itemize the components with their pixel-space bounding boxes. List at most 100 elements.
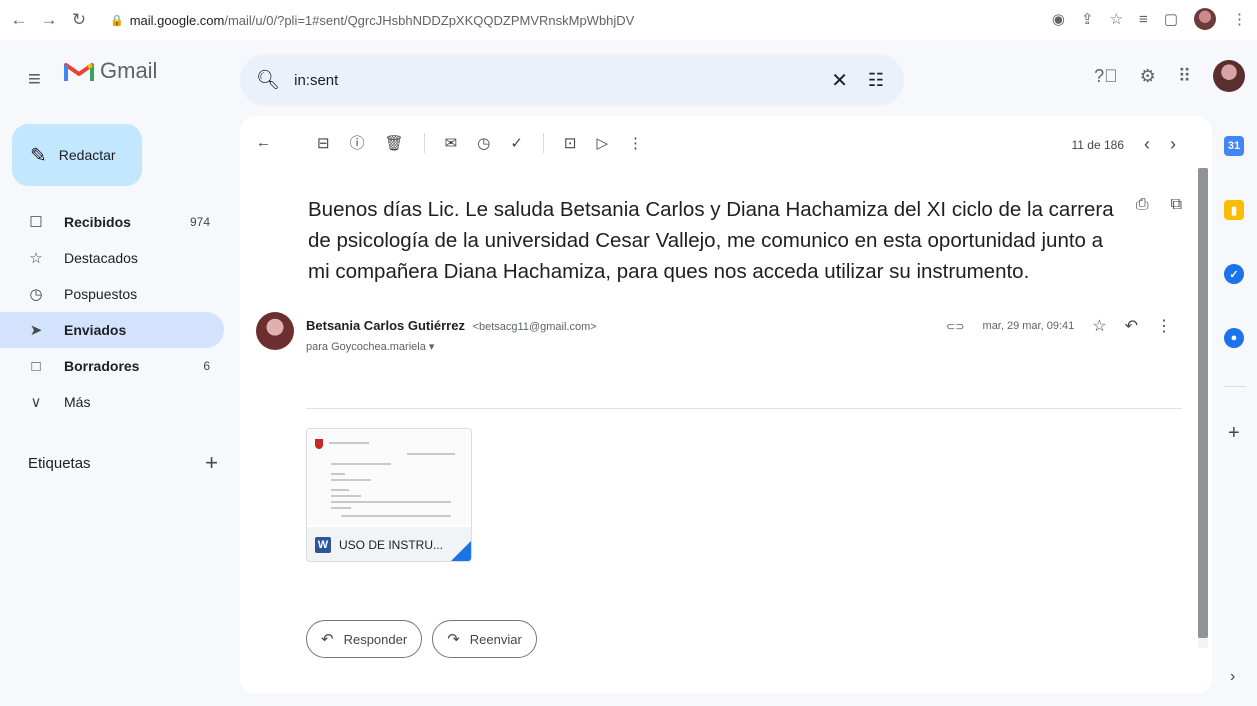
attachment-clip-icon: ⊂⊃ [946,320,965,333]
clear-search-icon[interactable]: ✕ [831,68,848,93]
sender-name[interactable]: Betsania Carlos Gutiérrez [306,318,465,333]
mark-unread-icon[interactable]: ✉ [445,134,458,152]
reload-icon[interactable]: ↻ [68,9,90,31]
search-icon[interactable]: 🔍︎ [256,68,280,92]
newer-chevron-icon[interactable]: ‹ [1144,134,1150,155]
sidebar-item-starred[interactable]: ☆ Destacados [0,240,224,276]
back-to-list-icon[interactable]: ← [256,134,271,151]
sidebar-item-label: Recibidos [64,214,131,230]
attachment-preview [307,429,471,525]
reply-icon[interactable]: ↶ [1125,316,1138,336]
sidebar-item-more[interactable]: ∨ Más [0,384,224,420]
label-icon[interactable]: ▷ [596,134,608,152]
open-new-window-icon[interactable]: ⧉ [1171,196,1182,214]
pager-text: 11 de 186 [1071,137,1125,152]
pencil-icon: ✎ [30,144,47,167]
calendar-icon[interactable]: 31 [1224,136,1244,156]
snooze-icon[interactable]: ◷ [477,134,490,152]
forward-button[interactable]: ↷ Reenviar [432,620,537,658]
split-view-icon[interactable]: ▢ [1164,10,1178,28]
sender-info: Betsania Carlos Gutiérrez <betsacg11@gma… [306,318,597,333]
attachment-footer: W USO DE INSTRU... [307,527,471,561]
send-icon: ➤ [29,322,43,339]
help-icon[interactable]: ?⃝ [1094,66,1118,87]
labels-heading: Etiquetas [28,454,91,472]
archive-icon[interactable]: ⊟ [317,134,330,152]
scrollbar-thumb[interactable] [1198,168,1208,638]
forward-icon[interactable]: → [38,9,60,31]
toolbar-divider [423,132,425,153]
recipient-line[interactable]: para Goycochea.mariela ▾ [306,340,434,353]
compose-button[interactable]: ✎ Redactar [12,124,142,186]
bookmark-star-icon[interactable]: ☆ [1110,10,1123,28]
menu-icon[interactable]: ⋮ [1232,10,1247,28]
reply-button[interactable]: ↶ Responder [306,620,423,658]
preview-line [331,473,345,475]
preview-line [331,507,351,509]
university-logo-icon [315,439,323,449]
share-icon[interactable]: ⇪ [1081,10,1094,28]
preview-line [331,495,361,497]
preview-line [331,479,371,481]
gmail-logo[interactable]: Gmail [64,58,157,84]
show-side-panel-icon[interactable]: › [1230,668,1235,686]
side-panel-divider [1224,386,1246,387]
sidebar-nav: ☐ Recibidos 974 ☆ Destacados ◷ Pospuesto… [0,204,224,420]
sidebar-item-drafts[interactable]: □ Borradores 6 [0,348,224,384]
word-doc-icon: W [315,537,331,553]
draft-count: 6 [203,359,210,373]
address-bar[interactable]: 🔒 mail.google.com /mail/u/0/?pli=1#sent/… [110,6,1005,34]
pagination: 11 de 186 ‹ › [1072,134,1177,155]
older-chevron-icon[interactable]: › [1170,134,1176,155]
reply-label: Responder [343,631,408,647]
preview-line [407,453,455,455]
keep-icon[interactable]: ▮ [1224,200,1244,220]
message-date: mar, 29 mar, 09:41 [982,320,1075,332]
expand-more-icon: ∨ [30,394,42,411]
sidebar-item-sent[interactable]: ➤ Enviados [0,312,224,348]
unread-count: 974 [189,215,210,229]
reading-list-icon[interactable]: ≡ [1139,11,1148,28]
delete-icon[interactable]: 🗑︎ [385,134,404,152]
search-input[interactable]: in:sent [294,72,338,89]
star-message-icon[interactable]: ☆ [1092,316,1106,336]
sidebar-item-label: Enviados [64,322,127,338]
get-addons-icon[interactable]: + [1228,422,1240,445]
preview-line [331,501,451,503]
forward-arrow-icon: ↷ [447,631,460,648]
message-actions: ↶ Responder ↷ Reenviar [306,620,537,658]
settings-gear-icon[interactable]: ⚙ [1140,66,1156,87]
search-bar[interactable]: 🔍︎ in:sent ✕ ☷ [240,54,904,106]
browser-toolbar: ← → ↻ 🔒 mail.google.com /mail/u/0/?pli=1… [0,0,1257,40]
move-to-icon[interactable]: ⊡ [564,134,577,152]
search-options-icon[interactable]: ☷ [868,70,884,91]
apps-grid-icon[interactable]: ⠿ [1178,66,1191,87]
more-options-icon[interactable]: ⋮ [628,134,643,152]
tasks-icon[interactable]: ✓ [1224,264,1244,284]
sidebar-item-label: Borradores [64,358,140,374]
report-spam-icon[interactable]: ⓘ [350,132,365,153]
print-icon[interactable]: ⎙ [1136,196,1149,214]
sidebar-item-snoozed[interactable]: ◷ Pospuestos [0,276,224,312]
message-view: ← ⊟ ⓘ 🗑︎ ✉ ◷ ✓ ⊡ ▷ ⋮ 11 de 186 ‹ › Bueno… [240,116,1212,694]
location-icon[interactable]: ◉ [1052,10,1065,28]
forward-label: Reenviar [469,631,522,647]
inbox-icon: ☐ [29,214,43,231]
sidebar-item-inbox[interactable]: ☐ Recibidos 974 [0,204,224,240]
add-label-icon[interactable]: + [205,450,218,476]
add-task-icon[interactable]: ✓ [510,134,523,152]
profile-avatar[interactable] [1194,8,1216,30]
main-menu-icon[interactable]: ≡ [28,66,41,92]
star-icon: ☆ [29,250,43,267]
recipient-dropdown-icon[interactable]: ▾ [429,341,435,353]
attachment-card[interactable]: W USO DE INSTRU... [306,428,472,562]
message-more-icon[interactable]: ⋮ [1156,316,1172,336]
toolbar-divider [542,132,544,153]
sender-avatar[interactable] [256,312,294,350]
back-icon[interactable]: ← [8,9,30,31]
account-avatar[interactable] [1213,60,1245,92]
preview-line [341,515,451,517]
draft-icon: □ [31,357,41,375]
lock-icon[interactable]: 🔒 [110,14,124,27]
contacts-icon[interactable]: ● [1224,328,1244,348]
